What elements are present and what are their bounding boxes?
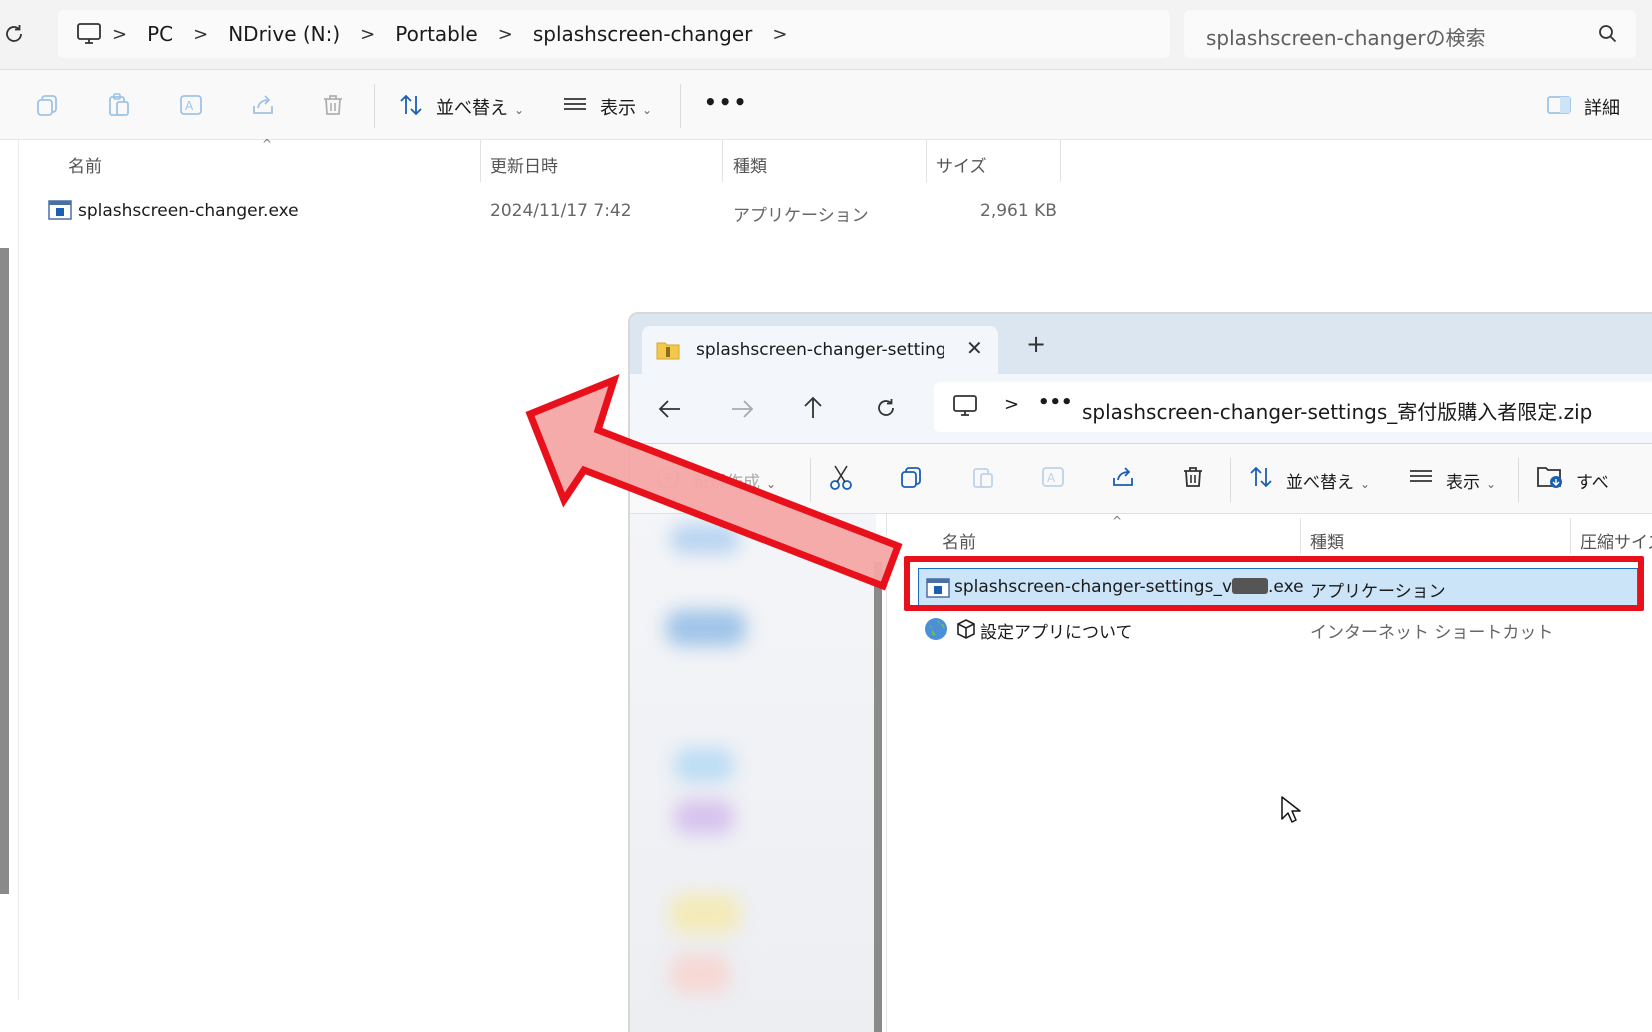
mouse-cursor-icon bbox=[1281, 796, 1301, 823]
arrow-shape bbox=[525, 373, 903, 591]
annotation-arrow bbox=[525, 373, 903, 591]
